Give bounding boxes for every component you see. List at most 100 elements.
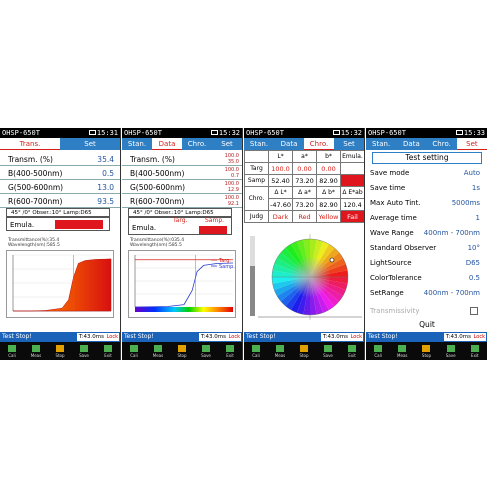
cali-button[interactable]: Cali xyxy=(125,344,143,358)
tab-trans[interactable]: Trans. xyxy=(0,138,60,150)
setting-row[interactable]: ColorTolerance 0.5 xyxy=(370,271,484,285)
cali-icon xyxy=(130,344,138,352)
cali-button[interactable]: Cali xyxy=(369,344,387,358)
save-icon xyxy=(324,344,332,352)
setting-row[interactable]: SetRange 400nm - 700nm xyxy=(370,286,484,300)
table-cell: Δ a* xyxy=(292,186,317,199)
tab-chro[interactable]: Chro. xyxy=(427,138,457,150)
setting-value[interactable]: 0.5 xyxy=(469,271,480,285)
exit-button[interactable]: Exit xyxy=(221,344,239,358)
exit-icon xyxy=(104,344,112,352)
meas-button[interactable]: Meas xyxy=(271,344,289,358)
color-space-plot xyxy=(246,230,363,330)
status-bar: Test Stop! T:43.0ms Lock xyxy=(0,332,120,342)
transmissivity-row[interactable]: Transmissivity xyxy=(370,304,484,318)
button-label: Meas xyxy=(274,352,286,358)
setting-value[interactable]: Auto xyxy=(464,166,480,180)
stop-button[interactable]: Stop xyxy=(295,344,313,358)
setting-value[interactable]: 400nm - 700nm xyxy=(424,286,480,300)
lock-button[interactable]: Lock xyxy=(472,333,486,341)
tab-set[interactable]: Set xyxy=(456,138,487,150)
button-label: Exit xyxy=(226,352,234,358)
table-row: Chro. Δ L* Δ a* Δ b* Δ E*ab xyxy=(244,186,364,211)
cali-button[interactable]: Cali xyxy=(247,344,265,358)
button-label: Meas xyxy=(397,352,408,358)
tab-chro[interactable]: Chro. xyxy=(304,138,334,150)
meas-button[interactable]: Meas xyxy=(393,344,411,358)
meas-button[interactable]: Meas xyxy=(149,344,167,358)
status-bar: Test Stop! T:43.0ms Lock xyxy=(366,332,487,342)
transmittance-chart xyxy=(12,254,112,312)
button-label: Cali xyxy=(130,352,138,358)
transmissivity-checkbox[interactable] xyxy=(470,307,478,315)
save-button[interactable]: Save xyxy=(442,344,460,358)
status-text: Test Stop! xyxy=(246,333,276,340)
setting-value[interactable]: 10° xyxy=(468,241,480,255)
setting-row[interactable]: Standard Observer 10° xyxy=(370,241,484,255)
tab-data[interactable]: Data xyxy=(396,138,426,150)
stop-button[interactable]: Stop xyxy=(417,344,435,358)
stop-button[interactable]: Stop xyxy=(51,344,69,358)
cali-button[interactable]: Cali xyxy=(3,344,21,358)
setting-value[interactable]: 400nm - 700nm xyxy=(424,226,480,240)
tab-chro[interactable]: Chro. xyxy=(182,138,212,150)
tab-data[interactable]: Data xyxy=(274,138,304,150)
stop-button[interactable]: Stop xyxy=(173,344,191,358)
setting-row[interactable]: Save mode Auto xyxy=(370,166,484,180)
exit-button[interactable]: Exit xyxy=(343,344,361,358)
emula-label: Emula. xyxy=(10,221,35,229)
table-cell: 0.00 xyxy=(292,162,317,175)
exit-button[interactable]: Exit xyxy=(99,344,117,358)
tab-bar: Stan. Data Chro. Set xyxy=(366,138,487,150)
tab-stan[interactable]: Stan. xyxy=(244,138,274,150)
setting-row[interactable]: Wave Range 400nm - 700nm xyxy=(370,226,484,240)
save-button[interactable]: Save xyxy=(197,344,215,358)
device-name: OHSP-650T xyxy=(368,129,406,137)
setting-value[interactable]: 5000ms xyxy=(452,196,480,210)
lock-button[interactable]: Lock xyxy=(105,333,119,341)
lock-button[interactable]: Lock xyxy=(227,333,241,341)
meas-button[interactable]: Meas xyxy=(27,344,45,358)
setting-row[interactable]: Save time 1s xyxy=(370,181,484,195)
setting-row[interactable]: Max Auto Tint. 5000ms xyxy=(370,196,484,210)
setting-value[interactable]: 1s xyxy=(472,181,480,195)
save-button[interactable]: Save xyxy=(75,344,93,358)
tab-stan[interactable]: Stan. xyxy=(366,138,396,150)
setting-value[interactable]: D65 xyxy=(466,256,480,270)
button-label: Stop xyxy=(55,352,65,358)
lock-button[interactable]: Lock xyxy=(349,333,363,341)
title-bar: OHSP-650T 15:32 xyxy=(122,128,242,138)
timer: T:43.0ms xyxy=(76,333,106,341)
setting-row[interactable]: LightSource D65 xyxy=(370,256,484,270)
stop-icon xyxy=(422,344,431,352)
table-cell: 100.0 xyxy=(268,162,293,175)
tab-data[interactable]: Data xyxy=(152,138,182,150)
tab-set[interactable]: Set xyxy=(60,138,120,150)
button-label: Cali xyxy=(252,352,260,358)
button-label: Stop xyxy=(421,352,432,358)
observer-info: 45° /0° Obser.:10° Lamp:D65 xyxy=(6,208,110,217)
save-button[interactable]: Save xyxy=(319,344,337,358)
samp-value: 12.9 xyxy=(227,187,239,193)
row-green: G(500-600nm) 100.0 12.9 xyxy=(122,181,242,194)
battery-icon xyxy=(88,130,96,135)
legend-label: Samp. xyxy=(219,264,235,270)
lab-color-wheel xyxy=(250,234,362,320)
samp-value: 35.0 xyxy=(227,159,239,165)
spectral-chart: Targ.Samp. xyxy=(134,254,235,312)
screen-chromaticity: OHSP-650T 15:32 Stan. Data Chro. Set L* … xyxy=(244,128,365,360)
table-cell: -47.60 xyxy=(268,198,293,211)
clock: 15:32 xyxy=(340,129,362,137)
screen-transmittance: OHSP-650T 15:31 Trans. Set Transm. (%) 35… xyxy=(0,128,121,360)
exit-button[interactable]: Exit xyxy=(466,344,484,358)
tab-set[interactable]: Set xyxy=(212,138,242,150)
setting-row[interactable]: Average time 1 xyxy=(370,211,484,225)
table-cell: 82.90 xyxy=(316,174,341,187)
table-cell: Yellow xyxy=(316,210,341,223)
tab-set[interactable]: Set xyxy=(334,138,364,150)
table-cell: Judg xyxy=(244,210,269,223)
quit-button[interactable]: Quit xyxy=(372,319,482,330)
row-blue: B(400-500nm) 0.5 xyxy=(0,167,120,180)
setting-value[interactable]: 1 xyxy=(476,211,480,225)
tab-stan[interactable]: Stan. xyxy=(122,138,152,150)
